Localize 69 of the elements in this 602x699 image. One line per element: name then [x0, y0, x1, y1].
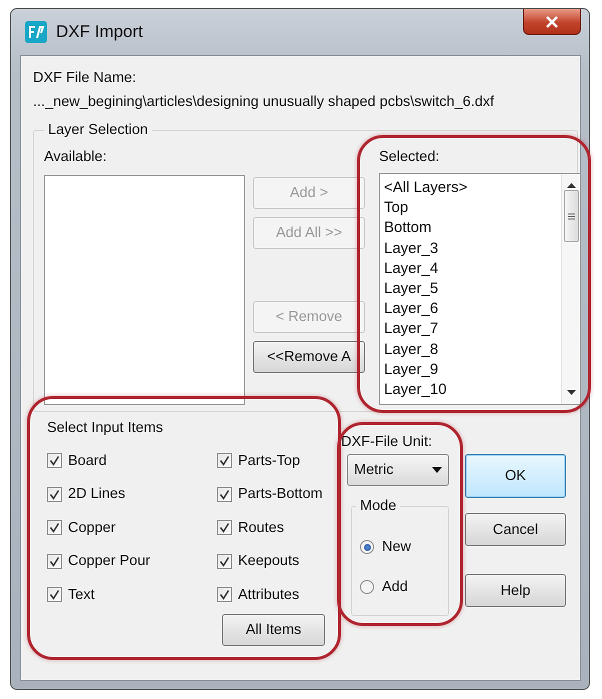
layer-item[interactable]: Layer_10 — [384, 380, 561, 400]
checkmark-icon — [219, 589, 230, 600]
dialog-button[interactable]: Help — [465, 574, 566, 607]
checkbox[interactable] — [47, 520, 62, 536]
radio-label: New — [382, 538, 412, 557]
grip-icon — [568, 212, 574, 220]
radio-button[interactable] — [360, 540, 374, 554]
all-items-button[interactable]: All Items — [222, 614, 325, 646]
checkbox[interactable] — [47, 453, 62, 468]
scroll-up-icon — [566, 182, 576, 188]
layer-item[interactable]: Layer_5 — [384, 279, 561, 300]
checkmark-icon — [49, 455, 60, 466]
checkmark-icon — [219, 455, 230, 466]
checkmark-icon — [49, 522, 60, 534]
layer-item[interactable]: Bottom — [384, 218, 561, 239]
window-title: DXF Import — [56, 22, 143, 42]
dialog-button[interactable]: OK — [465, 454, 566, 498]
group-title: Select Input Items — [46, 420, 164, 436]
close-icon — [545, 16, 559, 28]
checkmark-icon — [49, 488, 60, 500]
scrollbar[interactable] — [561, 174, 580, 404]
radio-button[interactable] — [360, 580, 374, 594]
scroll-thumb[interactable] — [564, 190, 578, 242]
available-label: Available: — [44, 148, 108, 167]
dropdown-caret-icon — [432, 467, 442, 473]
checkbox[interactable] — [217, 520, 232, 536]
layer-item[interactable]: <All Layers> — [384, 178, 561, 198]
close-button[interactable] — [523, 9, 581, 35]
checkbox-label: Copper — [68, 518, 116, 538]
available-list[interactable] — [44, 175, 245, 405]
scroll-down-icon — [566, 390, 576, 396]
layer-item[interactable]: Layer_8 — [384, 340, 561, 360]
checkbox[interactable] — [217, 453, 232, 468]
file-name-label: DXF File Name: — [33, 69, 138, 88]
dialog-button[interactable]: Cancel — [465, 513, 566, 546]
checkmark-icon — [219, 488, 230, 500]
checkmark-icon — [49, 556, 60, 567]
checkbox-label: Routes — [238, 518, 284, 538]
selected-list[interactable]: <All Layers> Top Bottom Layer_3 Layer_4 Layer_5 Layer_6 Layer_7 Layer_8 Layer_9 Layer_10 — [379, 173, 581, 405]
app-logo-icon — [24, 20, 48, 44]
checkbox-label: Text — [68, 586, 95, 605]
unit-dropdown[interactable]: Metric — [347, 454, 449, 486]
checkbox-label: Keepouts — [238, 552, 300, 572]
layer-item[interactable]: Layer_6 — [384, 299, 561, 320]
transfer-button[interactable]: <<Remove A — [253, 341, 365, 373]
checkbox-label: 2D Lines — [68, 485, 126, 504]
checkmark-icon — [49, 589, 60, 600]
checkbox[interactable] — [217, 486, 232, 502]
layer-item[interactable]: Layer_9 — [384, 360, 561, 380]
checkbox-label: Parts-Top — [238, 452, 300, 471]
checkbox-label: Board — [68, 452, 107, 471]
checkbox[interactable] — [217, 554, 232, 569]
checkbox[interactable] — [217, 587, 232, 602]
unit-label: DXF-File Unit: — [341, 433, 434, 452]
radio-label: Add — [382, 578, 408, 597]
layer-item[interactable]: Layer_4 — [384, 258, 561, 280]
checkmark-icon — [219, 522, 230, 534]
file-path: ..._new_begining\articles\designing unusually shaped pcbs\switch_6.dxf — [33, 93, 496, 112]
checkbox-label: Attributes — [238, 586, 300, 605]
layer-item[interactable]: Top — [384, 198, 561, 218]
layer-item[interactable]: Layer_7 — [384, 319, 561, 340]
checkbox[interactable] — [47, 587, 62, 602]
checkbox-label: Parts-Bottom — [238, 485, 323, 504]
checkmark-icon — [219, 556, 230, 567]
checkbox-label: Copper Pour — [68, 552, 150, 572]
layer-item[interactable]: Layer_3 — [384, 238, 561, 259]
selected-label: Selected: — [379, 148, 440, 167]
checkbox[interactable] — [47, 486, 62, 502]
checkbox[interactable] — [47, 554, 62, 569]
